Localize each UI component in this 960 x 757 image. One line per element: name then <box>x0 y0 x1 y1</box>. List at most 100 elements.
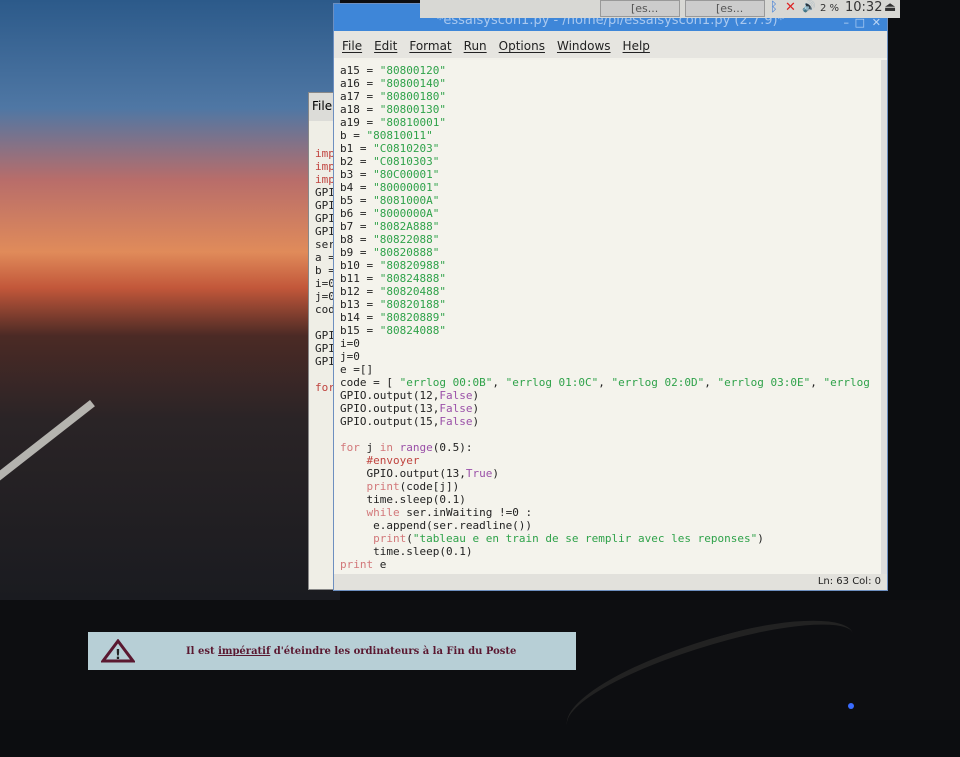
code-editor[interactable]: a15 = "80800120" a16 = "80800140" a17 = "8… <box>334 60 882 576</box>
code-token: print <box>373 532 407 545</box>
code-line: b9 = "80820888" <box>340 246 875 259</box>
menu-format[interactable]: Format <box>409 39 451 53</box>
desktop-wallpaper <box>0 0 340 600</box>
code-token: (code[j]) <box>399 480 460 493</box>
menu-file[interactable]: File <box>342 39 362 53</box>
idle-editor-window[interactable]: *essaisyscon1.py - /home/pi/essaisyscon1… <box>333 3 888 591</box>
sticker-prefix: Il est <box>186 645 219 657</box>
code-token: b6 = <box>340 207 374 220</box>
taskbar-item[interactable]: [es... <box>600 0 680 17</box>
menu-edit[interactable]: Edit <box>374 39 397 53</box>
code-line: b8 = "80822088" <box>340 233 875 246</box>
code-token: ( <box>406 532 413 545</box>
code-token: "80824088" <box>379 324 446 337</box>
code-token: a17 = <box>340 90 380 103</box>
code-line: a16 = "80800140" <box>340 77 875 90</box>
menu-windows[interactable]: Windows <box>557 39 611 53</box>
menu-run[interactable]: Run <box>464 39 487 53</box>
code-token: e.append(ser.readline()) <box>340 519 533 532</box>
code-line: b7 = "8082A888" <box>340 220 875 233</box>
code-token: b5 = <box>340 194 374 207</box>
code-token: GPIO.output(13, <box>340 467 466 480</box>
code-line: code = [ "errlog 00:0B", "errlog 01:0C",… <box>340 376 875 389</box>
code-token: b11 = <box>340 272 380 285</box>
code-token: "errlog 00:0B" <box>399 376 493 389</box>
code-token: "8000000A" <box>373 207 440 220</box>
network-disconnected-icon[interactable]: ✕ <box>785 0 796 15</box>
code-token: range <box>399 441 433 454</box>
code-line: time.sleep(0.1) <box>340 545 875 558</box>
menu-options[interactable]: Options <box>499 39 545 53</box>
code-token: print <box>340 558 374 571</box>
menu-help[interactable]: Help <box>623 39 650 53</box>
menu-bar: File Edit Format Run Options Windows Hel… <box>334 31 887 58</box>
warning-icon: ! <box>100 638 136 664</box>
code-line: b1 = "C0810203" <box>340 142 875 155</box>
code-line: print("tableau e en train de se remplir … <box>340 532 875 545</box>
code-token: a15 = <box>340 64 380 77</box>
code-token: for <box>340 441 360 454</box>
code-token: b3 = <box>340 168 374 181</box>
svg-text:!: ! <box>115 648 121 663</box>
volume-icon[interactable]: 🔊 <box>802 0 816 13</box>
eject-icon[interactable]: ⏏ <box>884 0 896 15</box>
code-token: "80820488" <box>379 285 446 298</box>
code-token: "80810011" <box>366 129 433 142</box>
road-line <box>0 400 95 548</box>
code-token: "80820188" <box>379 298 446 311</box>
code-token: b2 = <box>340 155 374 168</box>
vertical-scrollbar[interactable] <box>881 60 887 576</box>
code-token: True <box>465 467 493 480</box>
code-token: "errlog 01:0C" <box>505 376 599 389</box>
sticker-suffix: d'éteindre les ordinateurs à la Fin du P… <box>270 645 517 657</box>
code-token: "80810001" <box>379 116 446 129</box>
code-token: i=0 <box>340 337 360 350</box>
code-token: time.sleep(0.1) <box>340 545 473 558</box>
code-token: b1 = <box>340 142 374 155</box>
code-token: b12 = <box>340 285 380 298</box>
code-line: b10 = "80820988" <box>340 259 875 272</box>
code-token: "80800130" <box>379 103 446 116</box>
code-line: b11 = "80824888" <box>340 272 875 285</box>
clock: 10:32 <box>845 0 883 15</box>
code-token: "80800180" <box>379 90 446 103</box>
code-token: "8081000A" <box>373 194 440 207</box>
code-token: "80820888" <box>373 246 440 259</box>
code-line: e =[] <box>340 363 875 376</box>
code-token: code = [ <box>340 376 400 389</box>
code-line: b4 = "80000001" <box>340 181 875 194</box>
bluetooth-icon[interactable]: ᛒ <box>770 0 778 15</box>
code-token: ) <box>757 532 764 545</box>
code-token: "errlog 03:0E" <box>717 376 811 389</box>
code-token: "80800140" <box>379 77 446 90</box>
taskbar: [es... [es... ᛒ ✕ 🔊 2 % 10:32 ⏏ <box>420 0 900 18</box>
sticker-text: Il est impératif d'éteindre les ordinate… <box>186 646 516 657</box>
code-token: "80800120" <box>379 64 446 77</box>
code-token: ser.inWaiting !=0 : <box>399 506 533 519</box>
code-token: b15 = <box>340 324 380 337</box>
code-token: "80820988" <box>379 259 446 272</box>
code-line: b = "80810011" <box>340 129 875 142</box>
code-token: print <box>366 480 400 493</box>
code-token: "80000001" <box>373 181 440 194</box>
code-token: j=0 <box>340 350 360 363</box>
code-token: b8 = <box>340 233 374 246</box>
code-token: ) <box>472 402 480 415</box>
taskbar-item[interactable]: [es... <box>685 0 765 17</box>
code-line: b6 = "8000000A" <box>340 207 875 220</box>
code-line: b14 = "80820889" <box>340 311 875 324</box>
code-token: "C0810303" <box>373 155 440 168</box>
code-token: time.sleep(0.1) <box>340 493 466 506</box>
code-line: print(code[j]) <box>340 480 875 493</box>
code-line: time.sleep(0.1) <box>340 493 875 506</box>
code-line: j=0 <box>340 350 875 363</box>
power-led <box>848 703 854 709</box>
code-line: GPIO.output(12,False) <box>340 389 875 402</box>
code-token: "80C00001" <box>373 168 440 181</box>
code-token: a18 = <box>340 103 380 116</box>
code-token: a19 = <box>340 116 380 129</box>
